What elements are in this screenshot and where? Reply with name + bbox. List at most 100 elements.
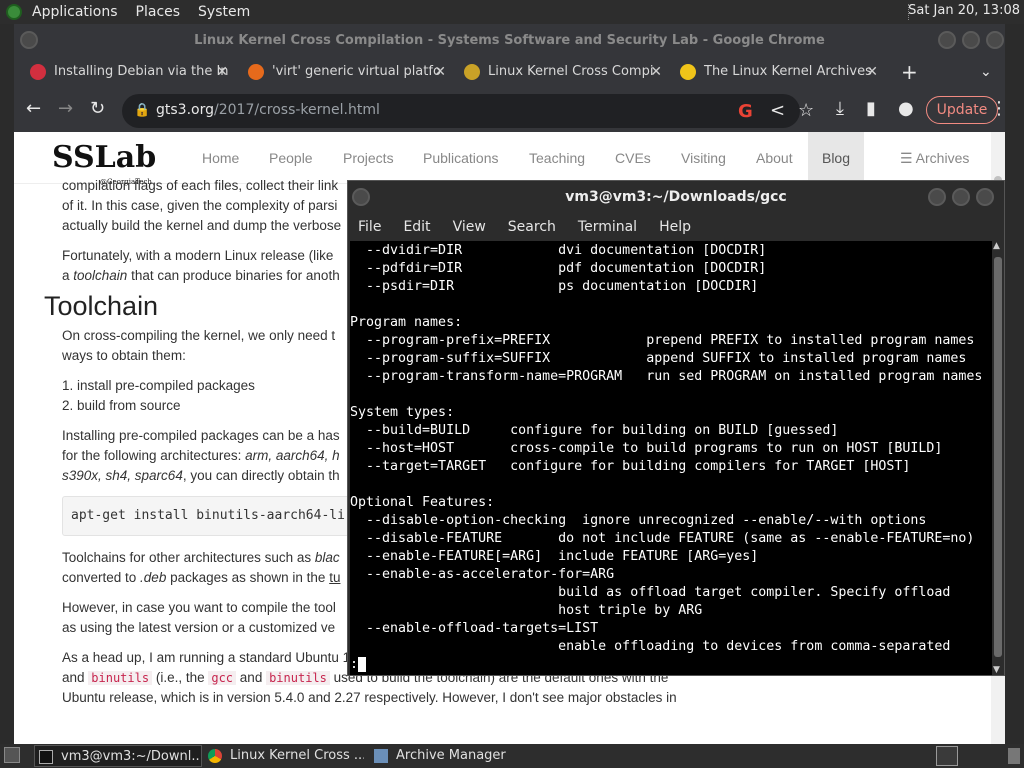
text-cursor [358,656,367,672]
menu-view[interactable]: View [453,219,486,235]
menu-help[interactable]: Help [659,219,691,235]
terminal-line: --program-transform-name=PROGRAM run sed… [350,369,983,384]
places-menu[interactable]: Places [136,4,181,20]
sslab-logo[interactable]: SSLab @GeorgiaTech [52,140,156,186]
profile-icon[interactable]: ● [898,98,914,119]
terminal-line: --enable-offload-targets=LIST [350,621,599,636]
bookmark-star-icon[interactable]: ☆ [798,100,814,121]
menu-terminal[interactable]: Terminal [578,219,637,235]
close-window-icon[interactable] [976,188,994,206]
system-menu[interactable]: System [198,4,250,20]
close-tab-icon[interactable]: ✕ [216,58,228,86]
terminal-line: enable offloading to devices from comma-… [350,639,951,654]
terminal-line: --target=TARGET configure for building c… [350,459,911,474]
scroll-down-icon[interactable]: ▼ [993,665,1000,675]
window-menu-icon[interactable] [352,188,370,206]
url-text[interactable]: gts3.org/2017/cross-kernel.html [156,102,380,118]
window-title: Linux Kernel Cross Compilation - Systems… [194,33,825,48]
qemu-favicon-icon [248,64,264,80]
terminal-scrollbar-thumb[interactable] [994,257,1002,657]
show-desktop-icon[interactable] [4,747,20,763]
tab-linux-kernel-archives[interactable]: The Linux Kernel Archives ✕ [674,58,884,86]
terminal-line: --pdfdir=DIR pdf documentation [DOCDIR] [350,261,767,276]
tab-installing-debian[interactable]: Installing Debian via the In ✕ [24,58,234,86]
terminal-line: --build=BUILD configure for building on … [350,423,839,438]
taskbar: vm3@vm3:~/Downl... Linux Kernel Cross ..… [0,744,1024,768]
maximize-icon[interactable] [962,31,980,49]
archive-manager-icon [374,749,388,763]
terminal-icon [39,750,53,764]
nav-archives[interactable]: ☰ Archives [900,132,969,184]
downloads-icon[interactable]: ⤓ [836,98,844,119]
new-tab-icon[interactable]: + [901,58,918,86]
menu-file[interactable]: File [358,219,381,235]
side-panel-icon[interactable]: ▮ [866,98,876,119]
close-tab-icon[interactable]: ✕ [434,58,446,86]
terminal-line: Program names: [350,315,463,330]
minimize-icon[interactable] [928,188,946,206]
terminal-line: --program-prefix=PREFIX prepend PREFIX t… [350,333,975,348]
chrome-titlebar[interactable]: Linux Kernel Cross Compilation - Systems… [14,24,1005,58]
terminal-lines: --dvidir=DIR dvi documentation [DOCDIR] … [350,242,992,656]
archives-list-icon: ☰ [900,150,916,166]
terminal-line: --enable-FEATURE[=ARG] include FEATURE [… [350,549,759,564]
terminal-line: --program-suffix=SUFFIX append SUFFIX to… [350,351,967,366]
trash-icon[interactable] [1008,748,1020,764]
window-menu-icon[interactable] [20,31,38,49]
back-icon[interactable]: ← [26,98,41,119]
applications-menu[interactable]: Applications [32,4,118,20]
terminal-line: --enable-as-accelerator-for=ARG [350,567,615,582]
close-tab-icon[interactable]: ✕ [866,58,878,86]
scroll-up-icon[interactable]: ▲ [993,241,1000,251]
window-menu-buttons [20,31,44,49]
distro-logo-icon[interactable] [6,4,22,20]
terminal-scrollbar[interactable]: ▲ ▼ [992,241,1004,675]
google-lens-icon[interactable]: G [738,101,753,122]
terminal-line: --host=HOST cross-compile to build progr… [350,441,943,456]
menu-search[interactable]: Search [508,219,556,235]
workspace-switcher-icon[interactable] [936,746,958,766]
tab-virt-platform[interactable]: 'virt' generic virtual platfo ✕ [242,58,452,86]
task-chrome[interactable]: Linux Kernel Cross ... [204,745,364,767]
chrome-icon [208,749,222,763]
terminal-line: --disable-FEATURE do not include FEATURE… [350,531,975,546]
nav-about[interactable]: About [756,132,793,184]
nav-blog[interactable]: Blog [808,132,864,184]
tutorial-link[interactable]: tu [329,570,340,585]
terminal-line: host triple by ARG [350,603,703,618]
reload-icon[interactable]: ↻ [90,98,105,119]
share-icon[interactable]: < [770,100,785,121]
lock-icon[interactable]: 🔒 [134,103,150,118]
tab-search-chevron-icon[interactable]: ⌄ [980,58,992,86]
close-tab-icon[interactable]: ✕ [650,58,662,86]
terminal-window-controls [928,188,1000,206]
task-terminal[interactable]: vm3@vm3:~/Downl... [34,745,202,767]
window-controls [938,31,1010,49]
debian-favicon-icon [30,64,46,80]
more-menu-icon[interactable]: ⋮ [990,98,1008,119]
tab-strip: Installing Debian via the In ✕ 'virt' ge… [14,58,1005,86]
top-panel: Applications Places System Sat Jan 20, 1… [0,0,1024,24]
tab-linux-kernel-cross[interactable]: Linux Kernel Cross Compi ✕ [458,58,668,86]
terminal-window: vm3@vm3:~/Downloads/gcc File Edit View S… [347,180,1005,676]
task-archive-manager[interactable]: Archive Manager [370,745,520,767]
clock[interactable]: Sat Jan 20, 13:08 [908,3,1020,18]
terminal-prompt-line: : [350,656,992,674]
minimize-icon[interactable] [938,31,956,49]
sslab-favicon-icon [464,64,480,80]
address-bar[interactable]: 🔒 gts3.org/2017/cross-kernel.html G < ☆ [122,94,814,128]
terminal-titlebar[interactable]: vm3@vm3:~/Downloads/gcc [348,181,1004,213]
update-button[interactable]: Update [926,96,998,124]
maximize-icon[interactable] [952,188,970,206]
menu-edit[interactable]: Edit [403,219,430,235]
close-window-icon[interactable] [986,31,1004,49]
forward-icon[interactable]: → [58,98,73,119]
terminal-line: build as offload target compiler. Specif… [350,585,951,600]
terminal-title: vm3@vm3:~/Downloads/gcc [565,189,787,205]
terminal-line: System types: [350,405,455,420]
pager-prompt: : [350,657,359,672]
terminal-output[interactable]: --dvidir=DIR dvi documentation [DOCDIR] … [350,241,992,675]
